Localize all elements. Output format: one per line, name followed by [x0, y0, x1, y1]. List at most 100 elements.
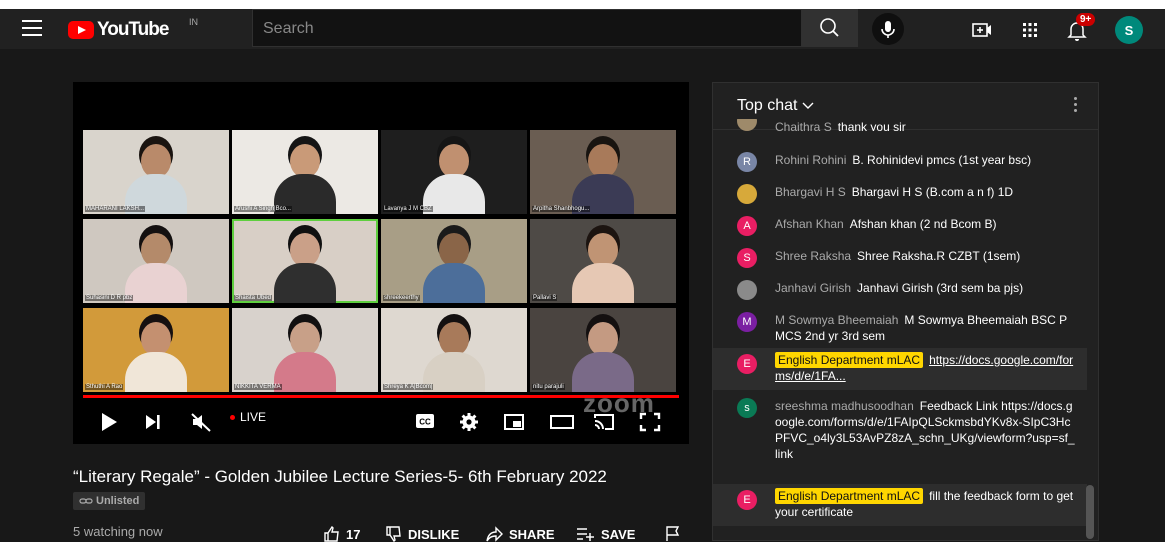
like-button[interactable]: 17	[323, 526, 360, 542]
next-button[interactable]	[145, 413, 161, 436]
dislike-button[interactable]: DISLIKE	[385, 526, 459, 542]
chat-message[interactable]: Chaithra S thank you sir	[713, 119, 1087, 131]
video-title: “Literary Regale” - Golden Jubilee Lectu…	[73, 467, 607, 486]
participant-figure	[423, 322, 485, 392]
participant-figure	[572, 233, 634, 303]
create-video-icon	[972, 23, 991, 37]
fullscreen-icon	[639, 412, 661, 432]
logo-text: YouTube	[97, 19, 169, 40]
chat-message[interactable]: E English Department mLAC fill the feedbac…	[713, 484, 1087, 526]
apps-button[interactable]	[1018, 18, 1042, 42]
chat-message[interactable]: R Rohini Rohini B. Rohinidevi pmcs (1st ye…	[713, 152, 1087, 178]
theater-mode-button[interactable]	[549, 412, 575, 437]
search-button[interactable]	[802, 9, 858, 47]
chat-avatar[interactable]: E	[737, 354, 757, 374]
chat-author[interactable]: Rohini Rohini	[775, 153, 846, 167]
report-button[interactable]	[665, 526, 681, 542]
participant-name: NIKKITA VERMA	[234, 384, 282, 390]
apps-grid-icon	[1023, 23, 1037, 37]
participant-figure	[125, 144, 187, 214]
gear-icon	[460, 413, 478, 431]
mute-button[interactable]	[190, 411, 212, 438]
menu-icon[interactable]	[22, 20, 42, 36]
volume-muted-icon	[191, 413, 211, 432]
account-avatar[interactable]: S	[1115, 16, 1143, 44]
participant-figure	[572, 144, 634, 214]
share-button[interactable]: SHARE	[486, 526, 555, 542]
chat-scrollbar-thumb[interactable]	[1086, 485, 1094, 539]
participant-figure	[274, 144, 336, 214]
chat-message[interactable]: MM Sowmya Bheemaiah M Sowmya Bheemaiah BS…	[713, 312, 1087, 348]
participant-tile: Arpitha Shanbhogu...	[530, 130, 676, 214]
participant-name: Arushi A Singh|Bco...	[234, 206, 292, 212]
fullscreen-button[interactable]	[639, 412, 661, 437]
top-chat-dropdown[interactable]: Top chat	[737, 97, 814, 115]
thumbs-up-icon	[324, 526, 339, 542]
participant-tile: Shreya K A|Bcom|	[381, 308, 527, 392]
chat-message[interactable]: s sreeshma madhusoodhan Feedback Link http…	[713, 398, 1087, 486]
chat-avatar[interactable]	[737, 184, 757, 204]
participant-name: Shreya K A|Bcom|	[383, 384, 434, 390]
participant-tile: Shaista Ubed	[232, 219, 378, 303]
chat-author[interactable]: Janhavi Girish	[775, 281, 851, 295]
voice-search-button[interactable]	[872, 13, 904, 45]
settings-button[interactable]	[459, 412, 479, 437]
chat-author[interactable]: sreeshma madhusoodhan	[775, 399, 914, 413]
save-button[interactable]: SAVE	[576, 526, 635, 542]
participant-figure	[274, 233, 336, 303]
participant-tile: Pallavi S	[530, 219, 676, 303]
participant-name: Pallavi S	[532, 295, 558, 301]
country-code: IN	[189, 17, 198, 27]
chat-author[interactable]: Afshan Khan	[775, 217, 844, 231]
miniplayer-button[interactable]	[503, 412, 525, 437]
chat-author[interactable]: Shree Raksha	[775, 249, 851, 263]
chat-avatar[interactable]	[737, 280, 757, 300]
chat-author[interactable]: English Department mLAC	[775, 488, 924, 504]
chat-avatar[interactable]	[737, 119, 757, 131]
chat-scrollbar-track[interactable]	[1086, 130, 1096, 540]
participant-tile: shreekeerthy	[381, 219, 527, 303]
chat-author[interactable]: English Department mLAC	[775, 352, 924, 368]
link-icon	[79, 498, 93, 504]
chat-message[interactable]: Janhavi Girish Janhavi Girish (3rd sem ba…	[713, 280, 1087, 306]
chat-message[interactable]: S Shree Raksha Shree Raksha.R CZBT (1sem)	[713, 248, 1087, 274]
skip-next-icon	[146, 415, 160, 429]
chat-message[interactable]: A Afshan Khan Afshan khan (2 nd Bcom B)	[713, 216, 1087, 242]
thumbs-down-icon	[386, 526, 401, 542]
chat-avatar[interactable]: R	[737, 152, 757, 172]
participant-figure	[274, 322, 336, 392]
svg-text:CC: CC	[419, 418, 431, 427]
play-icon	[102, 413, 117, 431]
chat-author[interactable]: Bhargavi H S	[775, 185, 846, 199]
participant-name: nitu parajuli	[532, 384, 565, 390]
captions-button[interactable]: CC	[415, 413, 435, 434]
live-indicator[interactable]: LIVE	[230, 410, 266, 424]
mic-icon	[881, 21, 895, 38]
chat-avatar[interactable]: s	[737, 398, 757, 418]
participant-name: Arpitha Shanbhogu...	[532, 206, 591, 212]
search-input[interactable]	[253, 10, 785, 48]
play-button[interactable]	[100, 412, 118, 437]
notification-badge: 9+	[1076, 13, 1096, 26]
create-button[interactable]	[970, 18, 994, 42]
chat-avatar[interactable]: M	[737, 312, 757, 332]
chat-avatar[interactable]: S	[737, 248, 757, 268]
chat-author[interactable]: M Sowmya Bheemaiah	[775, 313, 898, 327]
chat-text: Shree Raksha.R CZBT (1sem)	[857, 249, 1021, 263]
top-strip	[0, 0, 1165, 9]
more-options-icon[interactable]	[1072, 97, 1078, 115]
chat-message[interactable]: Bhargavi H S Bhargavi H S (B.com a n f) 1…	[713, 184, 1087, 210]
participant-figure	[125, 233, 187, 303]
captions-icon: CC	[416, 414, 434, 428]
youtube-logo[interactable]: YouTube IN	[68, 17, 198, 42]
chat-avatar[interactable]: E	[737, 490, 757, 510]
participant-tile: Suhasini D R pbz	[83, 219, 229, 303]
chat-avatar[interactable]: A	[737, 216, 757, 236]
chat-message[interactable]: E English Department mLAC https://docs.goo…	[713, 348, 1087, 390]
cast-button[interactable]	[593, 412, 615, 437]
chat-author[interactable]: Chaithra S	[775, 120, 832, 131]
video-player[interactable]: MAHARANI LAKSH... Arushi A Singh|Bco... La…	[73, 82, 689, 444]
participant-figure	[125, 322, 187, 392]
chat-text: thank you sir	[837, 120, 906, 131]
participant-name: Suhasini D R pbz	[85, 295, 134, 301]
